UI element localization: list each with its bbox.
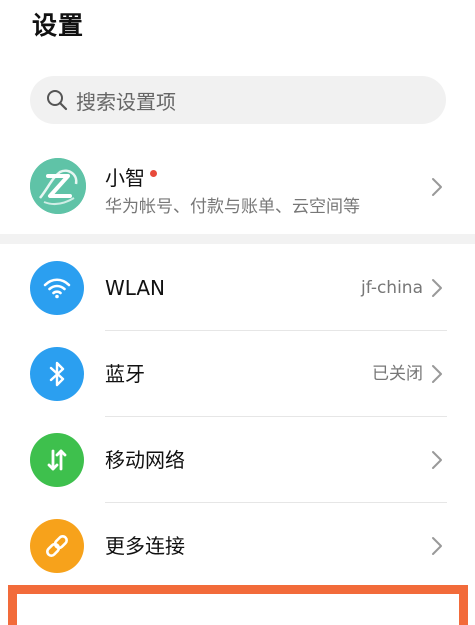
bluetooth-icon [30, 347, 84, 401]
wifi-icon [30, 261, 84, 315]
bluetooth-status: 已关闭 [372, 364, 423, 384]
link-icon [30, 519, 84, 573]
settings-item-label: 更多连接 [105, 534, 185, 558]
settings-item-label: 蓝牙 [105, 362, 145, 386]
highlight-box [8, 585, 468, 625]
notification-dot [150, 170, 157, 177]
chevron-right-icon [431, 278, 443, 298]
search-icon [46, 89, 68, 111]
chevron-right-icon [431, 450, 443, 470]
search-input[interactable]: 搜索设置项 [30, 76, 446, 124]
settings-item-more-connections[interactable]: 更多连接 [0, 503, 475, 589]
chevron-right-icon [431, 536, 443, 556]
search-placeholder: 搜索设置项 [76, 89, 176, 114]
avatar [30, 158, 86, 214]
settings-item-label: WLAN [105, 276, 166, 300]
chevron-right-icon [431, 364, 443, 384]
account-row[interactable]: 小智 华为帐号、付款与账单、云空间等 [0, 150, 475, 230]
wlan-network-name: jf-china [361, 278, 423, 298]
account-subtitle: 华为帐号、付款与账单、云空间等 [105, 197, 360, 217]
account-name-label: 小智 [105, 166, 145, 190]
settings-item-mobile-network[interactable]: 移动网络 [0, 417, 475, 503]
settings-item-wlan[interactable]: WLAN jf-china [0, 245, 475, 331]
settings-item-bluetooth[interactable]: 蓝牙 已关闭 [0, 331, 475, 417]
chevron-right-icon [431, 177, 443, 197]
page-title: 设置 [32, 11, 85, 40]
account-name: 小智 [105, 162, 157, 191]
settings-item-label: 移动网络 [105, 448, 185, 472]
section-divider [0, 234, 475, 244]
mobile-data-icon [30, 433, 84, 487]
